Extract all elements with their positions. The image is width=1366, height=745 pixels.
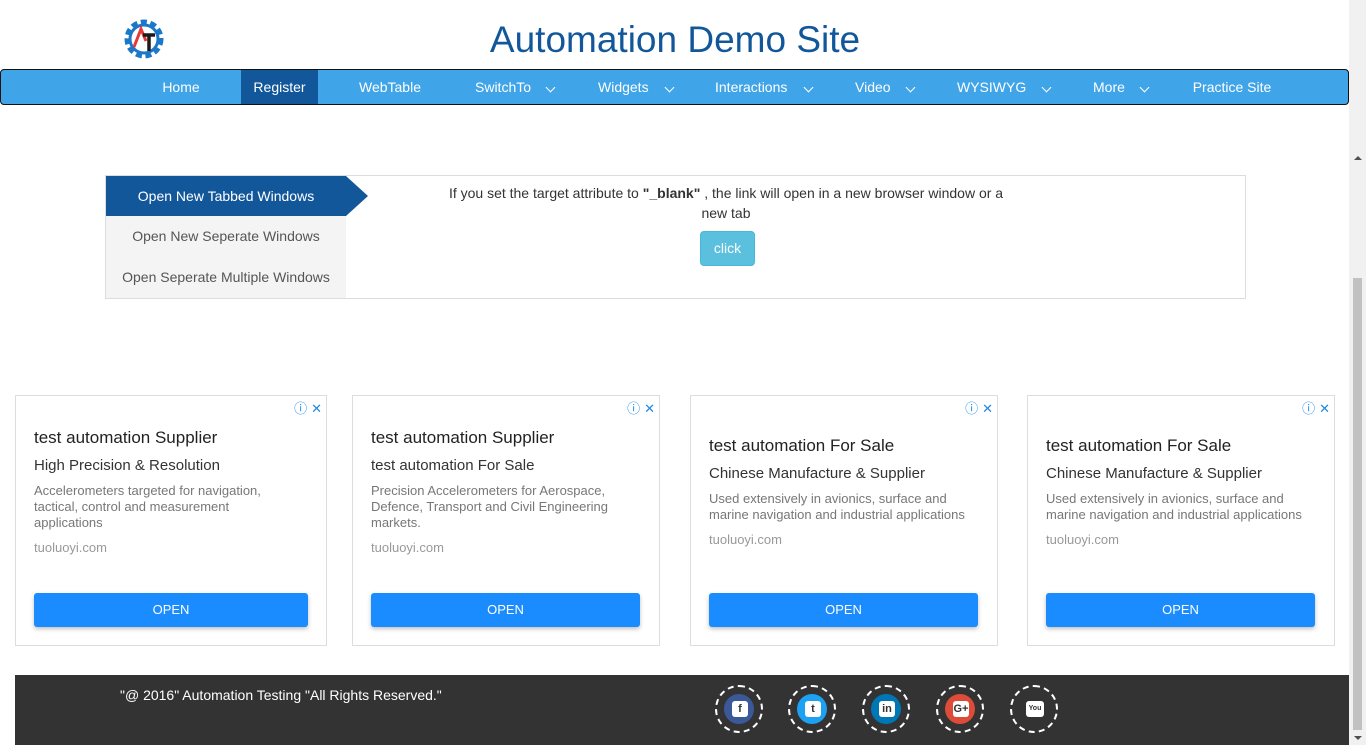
ad-open-button[interactable]: OPEN	[371, 593, 640, 627]
nav-switchto[interactable]: SwitchTo	[463, 70, 563, 104]
nav-label: Home	[162, 79, 200, 95]
close-icon[interactable]: ✕	[311, 401, 322, 417]
nav-label: Widgets	[598, 79, 649, 95]
ad-title[interactable]: test automation For Sale	[1046, 436, 1231, 456]
nav-label: SwitchTo	[475, 79, 532, 95]
youtube-glyph: You	[1026, 701, 1044, 717]
windows-panel: Open New Tabbed Windows Open New Seperat…	[105, 175, 1246, 299]
ad-card[interactable]: ⓘ ✕ test automation Supplier test automat…	[352, 395, 660, 646]
twitter-icon: t	[797, 694, 827, 724]
target-blank-text: "_blank"	[642, 185, 701, 201]
nav-register[interactable]: Register	[241, 70, 318, 104]
nav-label: Practice Site	[1192, 79, 1272, 95]
ad-open-button[interactable]: OPEN	[1046, 593, 1315, 627]
nav-label: WYSIWYG	[957, 79, 1027, 95]
description-text: , the link will open in a new browser wi…	[700, 185, 1004, 221]
ad-description: Precision Accelerometers for Aerospace, …	[371, 483, 609, 530]
ad-card[interactable]: ⓘ ✕ test automation Supplier High Precisi…	[15, 395, 327, 646]
ad-url: tuoluoyi.com	[709, 532, 782, 547]
ad-controls: ⓘ ✕	[1298, 398, 1330, 417]
ad-url: tuoluoyi.com	[34, 540, 107, 555]
chevron-down-icon	[905, 82, 916, 93]
tab-open-new-tabbed-windows[interactable]: Open New Tabbed Windows	[106, 176, 368, 216]
google-plus-icon: G+	[945, 694, 975, 724]
nav-home[interactable]: Home	[151, 70, 211, 104]
facebook-link[interactable]: f	[715, 685, 763, 733]
nav-label: Register	[253, 79, 306, 95]
info-icon[interactable]: ⓘ	[1302, 398, 1315, 417]
ad-title[interactable]: test automation For Sale	[709, 436, 894, 456]
ad-open-button[interactable]: OPEN	[34, 593, 308, 627]
youtube-icon: You	[1019, 694, 1049, 724]
ad-subtitle: test automation For Sale	[371, 457, 535, 474]
linkedin-icon: in	[871, 694, 901, 724]
close-icon[interactable]: ✕	[644, 401, 655, 417]
ad-subtitle: Chinese Manufacture & Supplier	[1046, 465, 1262, 482]
nav-practice-site[interactable]: Practice Site	[1177, 70, 1287, 104]
close-icon[interactable]: ✕	[1319, 401, 1330, 417]
info-icon[interactable]: ⓘ	[965, 398, 978, 417]
ad-url: tuoluoyi.com	[371, 540, 444, 555]
ad-subtitle: High Precision & Resolution	[34, 457, 220, 474]
nav-widgets[interactable]: Widgets	[588, 70, 678, 104]
nav-label: More	[1093, 79, 1125, 95]
footer: "@ 2016" Automation Testing "All Rights …	[15, 675, 1349, 745]
scroll-up-arrow-icon[interactable]	[1354, 156, 1362, 160]
close-icon[interactable]: ✕	[982, 401, 993, 417]
info-icon[interactable]: ⓘ	[294, 398, 307, 417]
twitter-link[interactable]: t	[788, 685, 836, 733]
google-plus-glyph: G+	[953, 701, 969, 717]
ad-card[interactable]: ⓘ ✕ test automation For Sale Chinese Manu…	[1027, 395, 1335, 646]
ad-controls: ⓘ ✕	[623, 398, 655, 417]
nav-more[interactable]: More	[1081, 70, 1157, 104]
tab-open-seperate-multiple-windows[interactable]: Open Seperate Multiple Windows	[106, 257, 346, 297]
ad-description: Used extensively in avionics, surface an…	[1046, 491, 1302, 522]
main-navbar: Home Register WebTable SwitchTo Widgets …	[0, 69, 1349, 105]
facebook-icon: f	[724, 694, 754, 724]
windows-tab-list: Open New Tabbed Windows Open New Seperat…	[106, 176, 368, 298]
tab-open-new-seperate-windows[interactable]: Open New Seperate Windows	[106, 216, 346, 256]
linkedin-glyph: in	[879, 701, 895, 717]
ad-subtitle: Chinese Manufacture & Supplier	[709, 465, 925, 482]
click-button[interactable]: click	[700, 231, 755, 266]
ad-open-button[interactable]: OPEN	[709, 593, 978, 627]
chevron-down-icon	[803, 82, 814, 93]
copyright-text: "@ 2016" Automation Testing "All Rights …	[120, 687, 442, 703]
ad-title[interactable]: test automation Supplier	[34, 428, 217, 448]
ad-description: Accelerometers targeted for navigation, …	[34, 483, 261, 530]
ad-controls: ⓘ ✕	[961, 398, 993, 417]
ad-url: tuoluoyi.com	[1046, 532, 1119, 547]
linkedin-link[interactable]: in	[862, 685, 910, 733]
ad-card[interactable]: ⓘ ✕ test automation For Sale Chinese Manu…	[690, 395, 998, 646]
google-plus-link[interactable]: G+	[936, 685, 984, 733]
description-text: If you set the target attribute to	[448, 185, 643, 201]
facebook-glyph: f	[732, 701, 748, 717]
chevron-down-icon	[664, 82, 675, 93]
nav-webtable[interactable]: WebTable	[348, 70, 432, 104]
chevron-down-icon	[1139, 82, 1150, 93]
chevron-down-icon	[545, 82, 556, 93]
nav-video[interactable]: Video	[843, 70, 923, 104]
tabbed-windows-description: If you set the target attribute to "_bla…	[446, 183, 1006, 223]
nav-wysiwyg[interactable]: WYSIWYG	[945, 70, 1061, 104]
site-title: Automation Demo Site	[489, 19, 861, 60]
ad-description: Used extensively in avionics, surface an…	[709, 491, 965, 522]
ad-controls: ⓘ ✕	[290, 398, 322, 417]
info-icon[interactable]: ⓘ	[627, 398, 640, 417]
nav-label: Interactions	[715, 79, 788, 95]
nav-interactions[interactable]: Interactions	[703, 70, 823, 104]
nav-label: WebTable	[358, 79, 421, 95]
youtube-link[interactable]: You	[1010, 685, 1058, 733]
scroll-thumb[interactable]	[1353, 278, 1362, 730]
page-scrollbar[interactable]	[1349, 0, 1366, 745]
nav-label: Video	[855, 79, 891, 95]
chevron-down-icon	[1041, 82, 1052, 93]
ad-title[interactable]: test automation Supplier	[371, 428, 554, 448]
scroll-down-arrow-icon[interactable]	[1354, 736, 1362, 740]
twitter-glyph: t	[805, 701, 821, 717]
